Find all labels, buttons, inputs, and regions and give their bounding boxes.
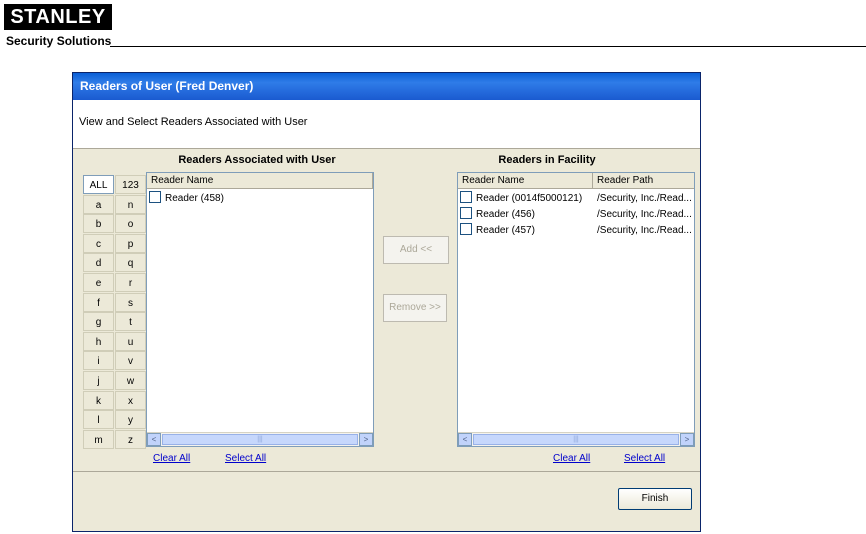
alpha-filter-c[interactable]: c xyxy=(83,233,114,253)
facility-readers-list[interactable]: Reader Name Reader Path Reader (0014f500… xyxy=(457,172,695,447)
list-item[interactable]: Reader (457) /Security, Inc./Read... xyxy=(460,223,692,239)
alpha-filter-t[interactable]: t xyxy=(115,312,146,332)
alpha-filter-g[interactable]: g xyxy=(83,312,114,332)
right-clear-all-link[interactable]: Clear All xyxy=(553,453,590,464)
scroll-thumb[interactable]: ||| xyxy=(473,434,679,445)
checkbox[interactable] xyxy=(460,191,472,204)
associated-readers-list[interactable]: Reader Name Reader (458) < ||| > xyxy=(146,172,374,447)
header-rule xyxy=(110,46,866,47)
alpha-filter-all[interactable]: ALL xyxy=(83,175,114,194)
alpha-filter-123[interactable]: 123 xyxy=(115,175,146,194)
list-item[interactable]: Reader (458) xyxy=(149,191,224,207)
footer-separator xyxy=(73,471,700,472)
scroll-right-button[interactable]: > xyxy=(680,433,694,446)
alpha-filter-m[interactable]: m xyxy=(83,429,114,449)
readers-of-user-dialog: Readers of User (Fred Denver) View and S… xyxy=(72,72,701,532)
column-header-reader-name[interactable]: Reader Name xyxy=(147,173,373,188)
alpha-filter-w[interactable]: w xyxy=(115,371,146,390)
checkbox[interactable] xyxy=(149,191,161,204)
checkbox[interactable] xyxy=(460,207,472,220)
alpha-filter-z[interactable]: z xyxy=(115,429,146,449)
left-horizontal-scrollbar[interactable]: < ||| > xyxy=(147,432,373,446)
alpha-filter-o[interactable]: o xyxy=(115,214,146,234)
scroll-left-button[interactable]: < xyxy=(147,433,161,446)
left-clear-all-link[interactable]: Clear All xyxy=(153,453,190,464)
alpha-filter-u[interactable]: u xyxy=(115,331,146,351)
alpha-filter-r[interactable]: r xyxy=(115,273,146,292)
stanley-logo: STANLEY xyxy=(4,4,112,30)
alpha-filter-b[interactable]: b xyxy=(83,214,114,234)
alpha-filter-f[interactable]: f xyxy=(83,292,114,312)
dialog-title: Readers of User (Fred Denver) xyxy=(73,73,700,100)
list-item[interactable]: Reader (456) /Security, Inc./Read... xyxy=(460,207,692,223)
right-select-all-link[interactable]: Select All xyxy=(624,453,665,464)
alpha-filter-l[interactable]: l xyxy=(83,410,114,430)
list-item[interactable]: Reader (0014f5000121) /Security, Inc./Re… xyxy=(460,191,692,207)
alpha-filter-y[interactable]: y xyxy=(115,410,146,430)
column-header-reader-path[interactable]: Reader Path xyxy=(593,173,694,188)
alpha-filter-i[interactable]: i xyxy=(83,351,114,371)
scroll-left-button[interactable]: < xyxy=(458,433,472,446)
tagline: Security Solutions xyxy=(6,34,112,48)
left-select-all-link[interactable]: Select All xyxy=(225,453,266,464)
scroll-right-button[interactable]: > xyxy=(359,433,373,446)
left-panel-title: Readers Associated with User xyxy=(178,154,336,166)
alpha-filter-q[interactable]: q xyxy=(115,253,146,273)
alpha-filter-e[interactable]: e xyxy=(83,273,114,292)
right-horizontal-scrollbar[interactable]: < ||| > xyxy=(458,432,694,446)
checkbox[interactable] xyxy=(460,223,472,236)
alpha-filter-p[interactable]: p xyxy=(115,233,146,253)
alpha-filter-j[interactable]: j xyxy=(83,371,114,390)
finish-button[interactable]: Finish xyxy=(618,488,692,510)
alpha-filter-v[interactable]: v xyxy=(115,351,146,371)
alpha-filter-x[interactable]: x xyxy=(115,390,146,410)
remove-button[interactable]: Remove >> xyxy=(383,294,447,322)
alpha-filter-d[interactable]: d xyxy=(83,253,114,273)
alpha-filter-a[interactable]: a xyxy=(83,194,114,214)
alpha-filter-k[interactable]: k xyxy=(83,390,114,410)
banner-text: View and Select Readers Associated with … xyxy=(79,116,308,128)
column-header-reader-name[interactable]: Reader Name xyxy=(458,173,593,188)
dialog-banner: View and Select Readers Associated with … xyxy=(73,100,700,149)
add-button[interactable]: Add << xyxy=(383,236,449,264)
alpha-filter-s[interactable]: s xyxy=(115,292,146,312)
scroll-thumb[interactable]: ||| xyxy=(162,434,358,445)
alpha-filter-n[interactable]: n xyxy=(115,194,146,214)
right-panel-title: Readers in Facility xyxy=(498,154,596,166)
alpha-filter-h[interactable]: h xyxy=(83,331,114,351)
